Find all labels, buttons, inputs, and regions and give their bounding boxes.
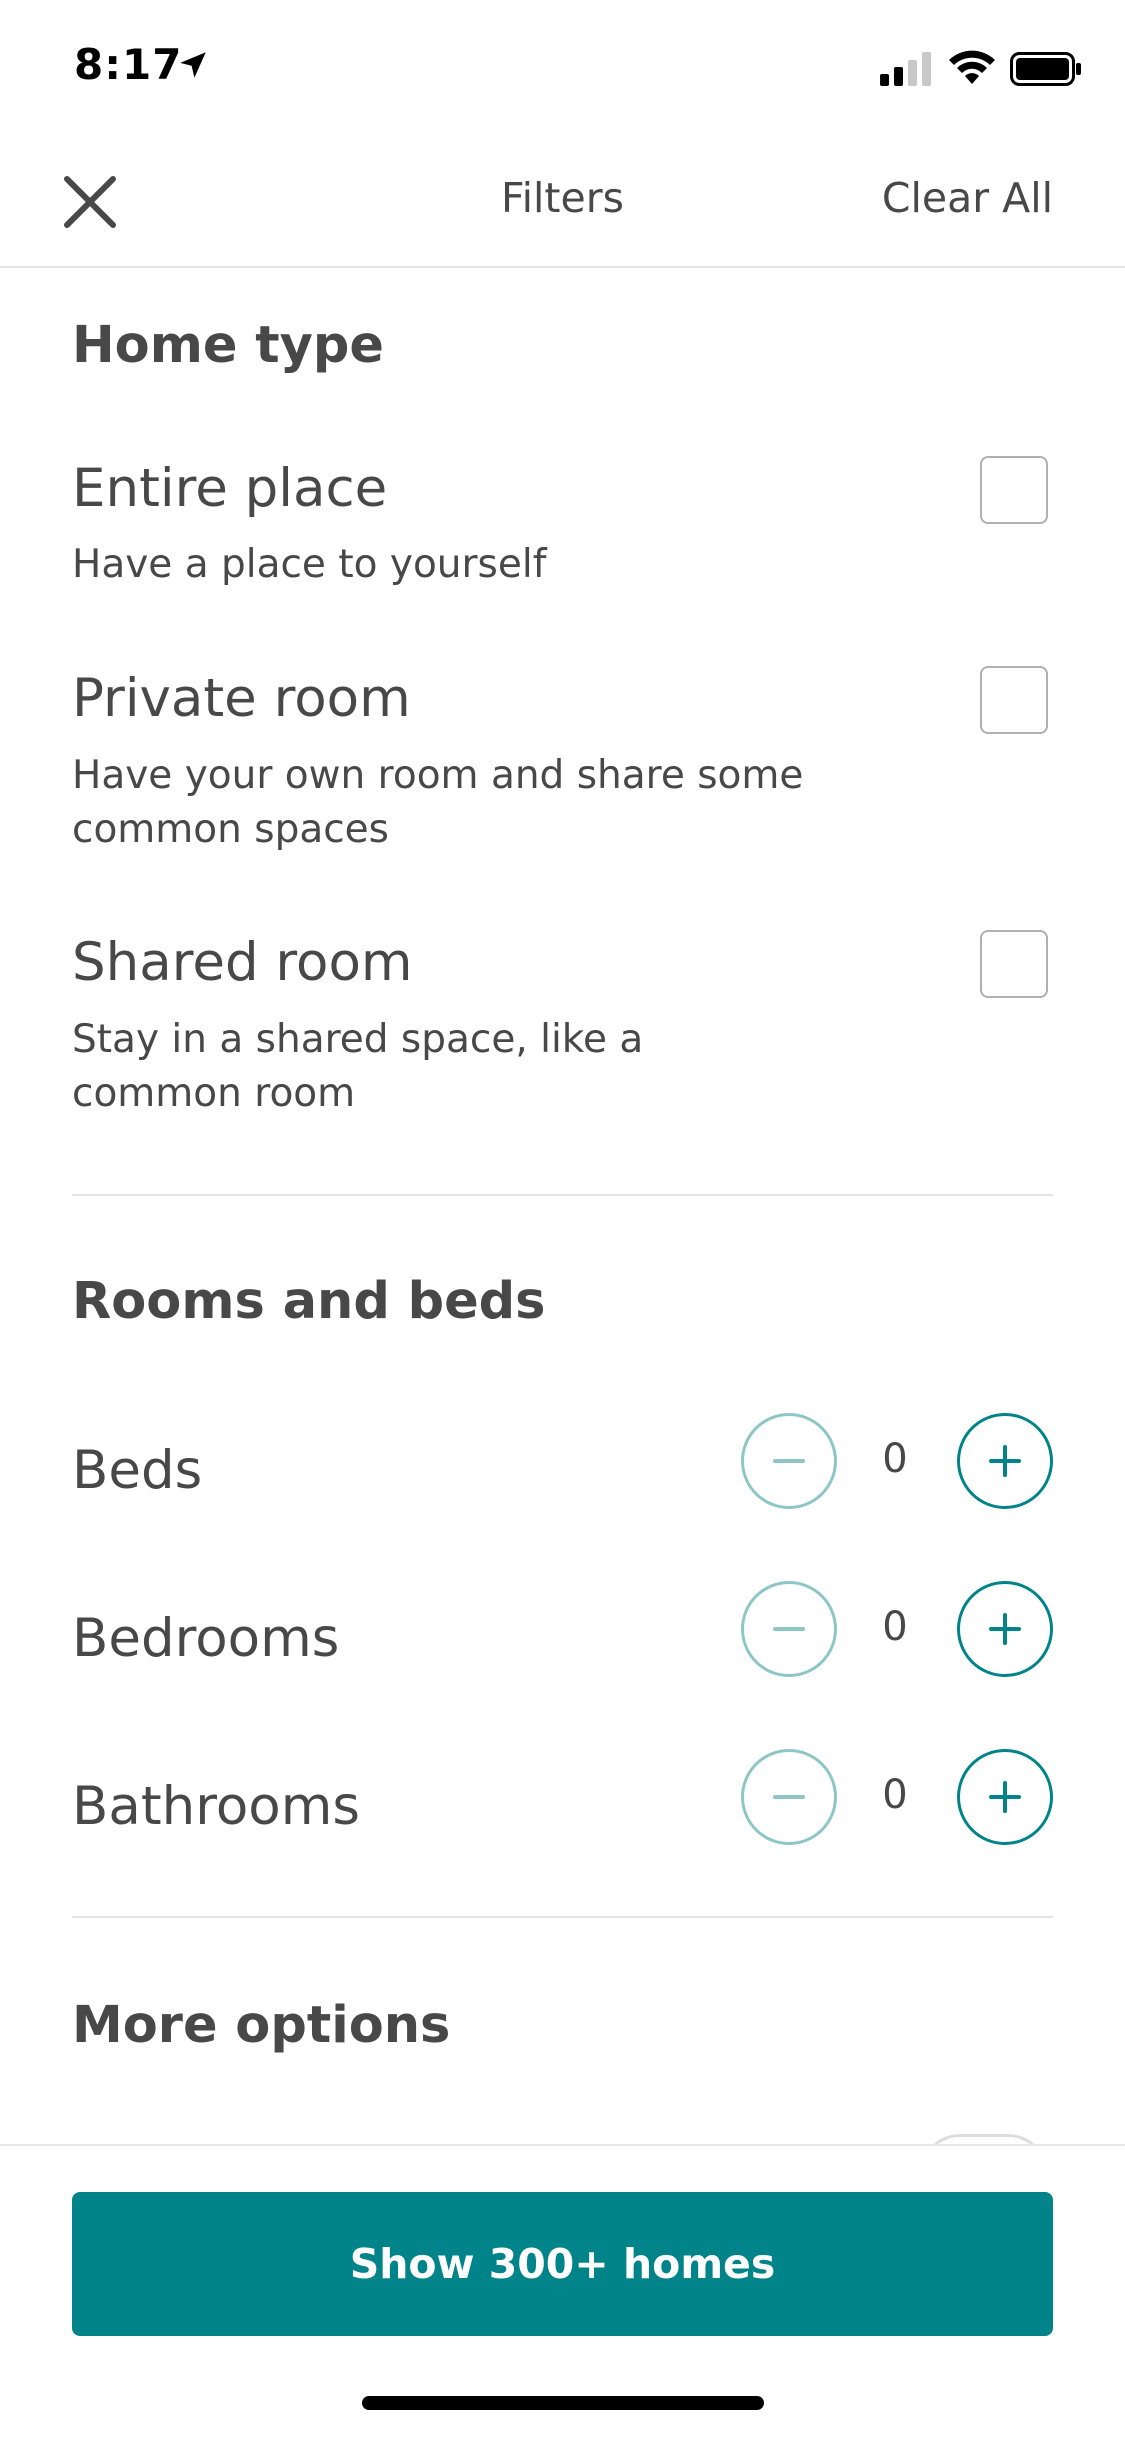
status-bar: 8:17 bbox=[0, 0, 1125, 136]
beds-increment-button[interactable] bbox=[957, 1413, 1053, 1509]
minus-icon bbox=[773, 1459, 805, 1463]
cellular-signal-icon bbox=[880, 52, 931, 86]
bathrooms-increment-button[interactable] bbox=[957, 1749, 1053, 1845]
status-time: 8:17 bbox=[74, 40, 183, 89]
bathrooms-label: Bathrooms bbox=[72, 1776, 360, 1837]
shared-room-description: Stay in a shared space, like a common ro… bbox=[72, 1017, 644, 1116]
beds-label: Beds bbox=[72, 1440, 203, 1501]
section-divider bbox=[72, 1194, 1053, 1196]
close-icon bbox=[64, 176, 116, 228]
entire-place-checkbox[interactable] bbox=[980, 456, 1048, 524]
rooms-and-beds-heading: Rooms and beds bbox=[72, 1272, 546, 1331]
bedrooms-decrement-button[interactable] bbox=[741, 1581, 837, 1677]
plus-icon bbox=[989, 1781, 1021, 1813]
filters-header: Filters Clear All bbox=[0, 136, 1125, 268]
beds-decrement-button[interactable] bbox=[741, 1413, 837, 1509]
entire-place-description: Have a place to yourself bbox=[72, 542, 547, 587]
footer-bar: Show 300+ homes bbox=[0, 2144, 1125, 2438]
location-arrow-icon bbox=[180, 52, 206, 78]
home-type-heading: Home type bbox=[72, 316, 384, 375]
close-button[interactable] bbox=[52, 164, 128, 240]
minus-icon bbox=[773, 1627, 805, 1631]
battery-icon bbox=[1010, 52, 1081, 86]
shared-room-checkbox[interactable] bbox=[980, 930, 1048, 998]
bedrooms-increment-button[interactable] bbox=[957, 1581, 1053, 1677]
shared-room-title: Shared room bbox=[72, 932, 413, 993]
entire-place-title: Entire place bbox=[72, 458, 388, 519]
home-indicator bbox=[362, 2396, 764, 2410]
bathrooms-decrement-button[interactable] bbox=[741, 1749, 837, 1845]
bathrooms-count: 0 bbox=[882, 1772, 908, 1818]
bedrooms-label: Bedrooms bbox=[72, 1608, 340, 1669]
private-room-title: Private room bbox=[72, 668, 411, 729]
beds-count: 0 bbox=[882, 1436, 908, 1482]
clear-all-button[interactable]: Clear All bbox=[882, 174, 1053, 222]
minus-icon bbox=[773, 1795, 805, 1799]
more-options-heading: More options bbox=[72, 1996, 451, 2055]
plus-icon bbox=[989, 1613, 1021, 1645]
wifi-icon bbox=[949, 50, 995, 84]
private-room-checkbox[interactable] bbox=[980, 666, 1048, 734]
bedrooms-count: 0 bbox=[882, 1604, 908, 1650]
show-homes-button[interactable]: Show 300+ homes bbox=[72, 2192, 1053, 2336]
plus-icon bbox=[989, 1445, 1021, 1477]
private-room-description: Have your own room and share some common… bbox=[72, 753, 804, 852]
section-divider bbox=[72, 1916, 1053, 1918]
